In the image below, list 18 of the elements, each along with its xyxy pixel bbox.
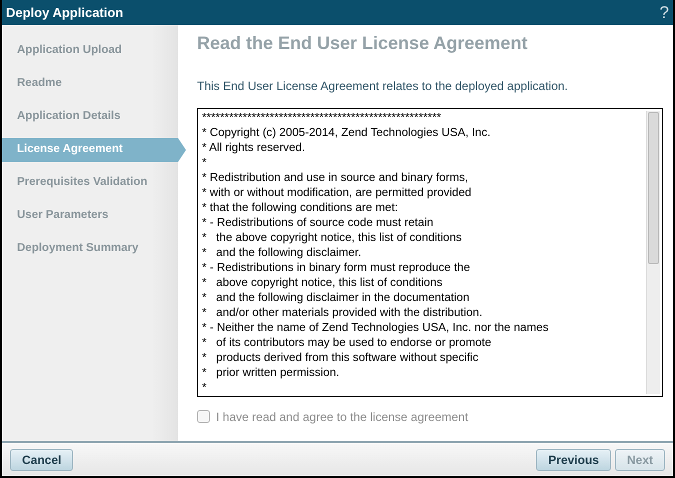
step-item[interactable]: Deployment Summary xyxy=(2,237,178,261)
previous-button[interactable]: Previous xyxy=(536,448,611,470)
scrollbar-thumb[interactable] xyxy=(648,112,659,264)
cancel-button[interactable]: Cancel xyxy=(10,448,74,470)
scrollbar[interactable] xyxy=(646,110,660,394)
step-item[interactable]: Application Details xyxy=(2,105,178,129)
license-text-area[interactable] xyxy=(197,108,663,397)
page-heading: Read the End User License Agreement xyxy=(197,33,528,55)
step-item[interactable]: Application Upload xyxy=(2,39,178,63)
window-title: Deploy Application xyxy=(6,4,124,22)
license-text: ***************************************************** * Copyright (c) 2005-2014, Zend Technologies USA, Inc. * All rights reserved. * * Redistribution and use in source and binary forms, * with or without modification, are permitted provided * that the following conditions are met: * - Redistributions of source code must retain * the above copyright notice, this list of conditions * and the following disclaimer. * - Redistributions in binary form must reproduce the * above copyright notice, this list of conditions * and the following disclaimer in the documentation * and/or other materials provided with the distribution. * - Neither the name of Zend Technologies USA, Inc. nor the names * of its contributors may be used to endorse or promote * products derived from this software without specific * prior written permission. * xyxy=(201,110,550,396)
step-item[interactable]: License Agreement xyxy=(2,138,186,162)
step-item[interactable]: Prerequisites Validation xyxy=(2,171,178,195)
agree-label: I have read and agree to the license agreement xyxy=(216,408,468,426)
step-item[interactable]: User Parameters xyxy=(2,204,178,228)
step-item[interactable]: Readme xyxy=(2,72,178,96)
help-button[interactable]: ? xyxy=(660,4,669,21)
description-text: This End User License Agreement relates to the deployed application. xyxy=(197,78,569,95)
